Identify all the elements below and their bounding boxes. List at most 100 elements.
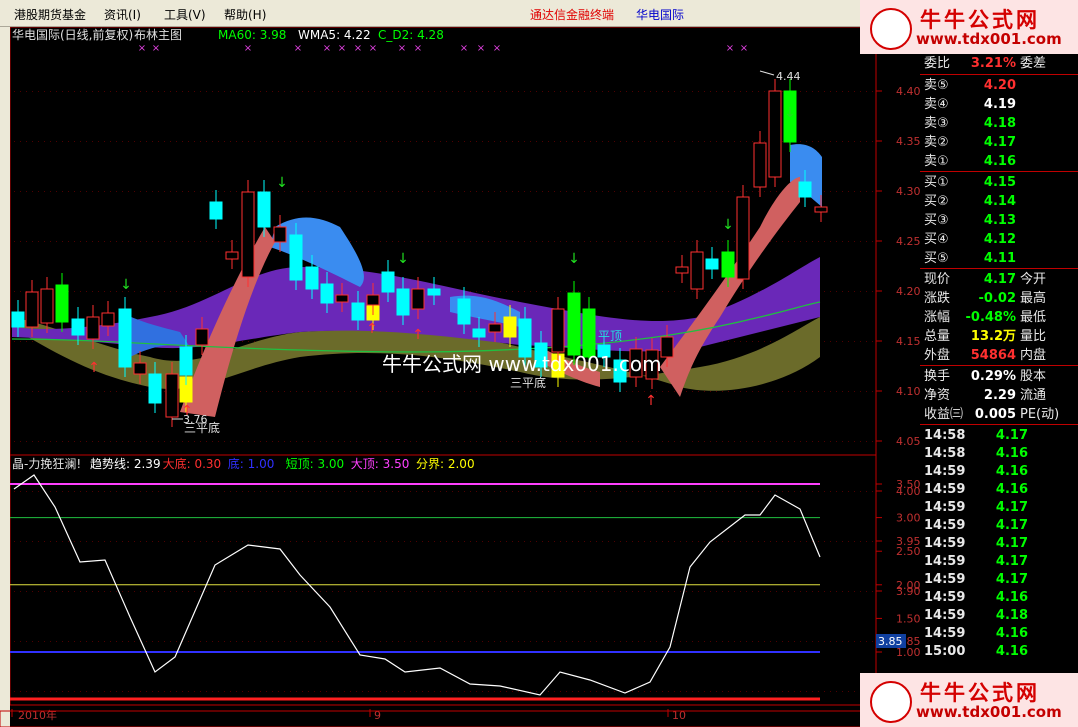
price-grid-dot	[122, 241, 123, 242]
price-grid-dot	[164, 291, 165, 292]
quote-sidebar: 委比 3.21% 委差 卖⑤ 4.20 卖④ 4.19 卖③ 4.18 卖② 4.17 卖① 4.16 买…	[920, 54, 1078, 727]
price-grid-dot	[92, 191, 93, 192]
price-grid-dot	[746, 291, 747, 292]
price-grid-dot	[392, 191, 393, 192]
tick-row: 15:00 4.16	[920, 642, 1078, 661]
tick-row: 14:59 4.17	[920, 498, 1078, 517]
price-grid-dot	[656, 441, 657, 442]
price-grid-dot	[800, 491, 801, 492]
price-grid-dot	[764, 541, 765, 542]
price-grid-dot	[212, 191, 213, 192]
price-grid-dot	[500, 441, 501, 442]
price-grid-dot	[236, 541, 237, 542]
price-grid-dot	[44, 141, 45, 142]
sell-signal-icon: ↓	[120, 277, 132, 293]
price-grid-dot	[698, 691, 699, 692]
price-grid-dot	[548, 141, 549, 142]
price-grid-dot	[62, 241, 63, 242]
price-grid-dot	[392, 591, 393, 592]
price-grid-dot	[248, 91, 249, 92]
price-grid-dot	[626, 441, 627, 442]
price-grid-dot	[230, 241, 231, 242]
price-grid-dot	[572, 491, 573, 492]
price-grid-dot	[740, 441, 741, 442]
price-grid-dot	[776, 391, 777, 392]
price-grid-dot	[608, 91, 609, 92]
price-grid-dot	[734, 641, 735, 642]
price-grid-dot	[506, 641, 507, 642]
price-grid-dot	[560, 391, 561, 392]
price-grid-dot	[344, 691, 345, 692]
price-grid-dot	[302, 641, 303, 642]
price-grid-dot	[158, 591, 159, 592]
price-grid-dot	[530, 391, 531, 392]
price-grid-dot	[476, 641, 477, 642]
price-grid-dot	[434, 91, 435, 92]
price-grid-dot	[680, 491, 681, 492]
price-grid-dot	[704, 291, 705, 292]
pattern-marker-icon: ×	[354, 43, 362, 54]
price-grid-dot	[488, 591, 489, 592]
price-grid-dot	[350, 391, 351, 392]
sidebar-separator	[920, 171, 1078, 172]
price-axis-label: 4.30	[896, 185, 920, 198]
price-grid-dot	[152, 691, 153, 692]
price-grid-dot	[740, 491, 741, 492]
price-grid-dot	[194, 691, 195, 692]
price-grid-dot	[440, 141, 441, 142]
price-grid-dot	[698, 141, 699, 142]
price-grid-dot	[380, 241, 381, 242]
price-grid-dot	[686, 241, 687, 242]
sell-level-row-value: 4.16	[983, 154, 1016, 169]
price-grid-dot	[56, 141, 57, 142]
price-grid-dot	[524, 641, 525, 642]
price-grid-dot	[674, 191, 675, 192]
price-grid-dot	[152, 141, 153, 142]
price-grid-dot	[788, 691, 789, 692]
candle	[351, 302, 365, 321]
buy-signal-icon: ↑	[88, 360, 100, 376]
price-grid-dot	[392, 141, 393, 142]
price-grid-dot	[260, 491, 261, 492]
price-grid-dot	[794, 541, 795, 542]
price-grid-dot	[842, 591, 843, 592]
candle	[736, 196, 750, 280]
price-grid-dot	[224, 591, 225, 592]
price-grid-dot	[206, 241, 207, 242]
price-grid-dot	[386, 541, 387, 542]
price-grid-dot	[620, 591, 621, 592]
price-grid-dot	[26, 391, 27, 392]
price-grid-dot	[668, 291, 669, 292]
price-grid-dot	[404, 91, 405, 92]
price-grid-dot	[464, 641, 465, 642]
price-grid-dot	[470, 691, 471, 692]
price-grid-dot	[74, 591, 75, 592]
sell-level-row-value: 4.18	[983, 116, 1016, 131]
menu-item-help[interactable]: 帮助(H)	[224, 6, 266, 23]
price-grid-dot	[788, 591, 789, 592]
price-grid-dot	[734, 391, 735, 392]
tick-time: 14:59	[924, 554, 966, 569]
price-grid-dot	[788, 391, 789, 392]
price-grid-dot	[626, 591, 627, 592]
price-grid-dot	[476, 291, 477, 292]
price-grid-dot	[206, 291, 207, 292]
menu-item-hk-futures[interactable]: 港股期货基金	[14, 6, 86, 23]
price-grid-dot	[476, 141, 477, 142]
kline-chart-area[interactable]: 4.404.354.304.254.204.154.104.054.003.95…	[0, 27, 920, 727]
price-grid-dot	[50, 141, 51, 142]
price-grid-dot	[32, 541, 33, 542]
price-grid-dot	[566, 391, 567, 392]
price-grid-dot	[572, 591, 573, 592]
price-grid-dot	[710, 391, 711, 392]
price-grid-dot	[500, 541, 501, 542]
menu-item-tools[interactable]: 工具(V)	[164, 6, 206, 23]
price-grid-dot	[146, 541, 147, 542]
price-grid-dot	[524, 291, 525, 292]
price-grid-dot	[614, 191, 615, 192]
price-grid-dot	[284, 91, 285, 92]
price-grid-dot	[392, 691, 393, 692]
price-grid-dot	[422, 641, 423, 642]
sub-axis-label: 1.50	[896, 612, 920, 625]
menu-item-info[interactable]: 资讯(I)	[104, 6, 141, 23]
